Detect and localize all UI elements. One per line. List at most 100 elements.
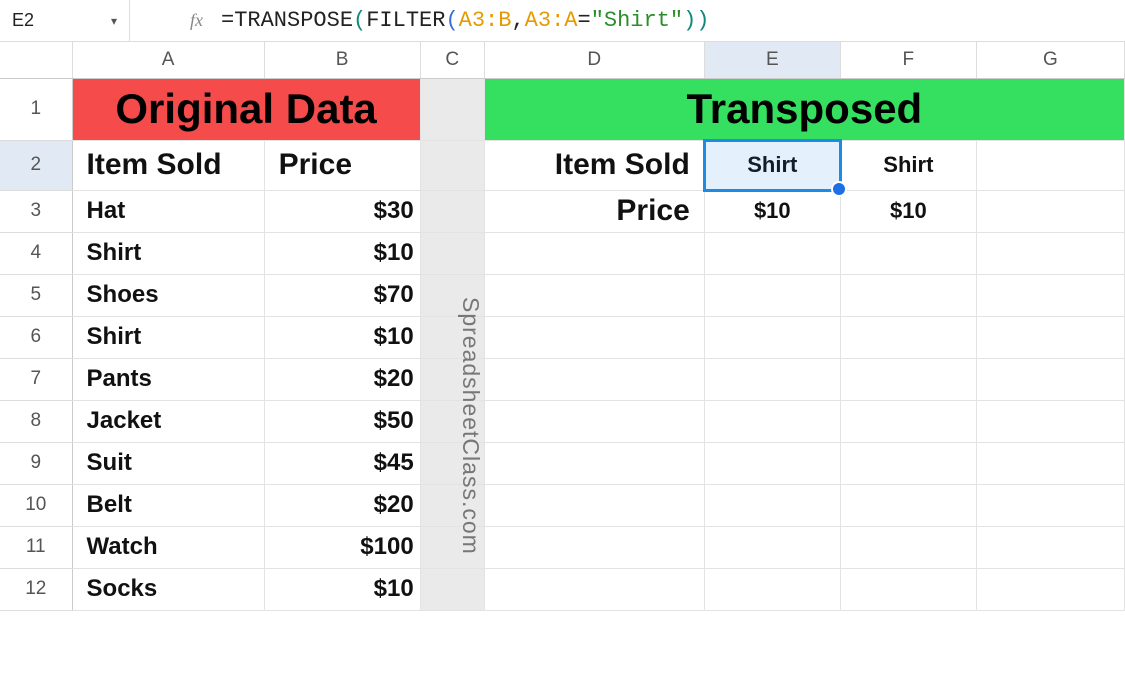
row-header-8[interactable]: 8 (0, 400, 72, 442)
row-header-10[interactable]: 10 (0, 484, 72, 526)
cell-a7[interactable]: Pants (72, 358, 264, 400)
cell-a3[interactable]: Hat (72, 190, 264, 232)
cell-e10[interactable] (704, 484, 840, 526)
select-all-corner[interactable] (0, 42, 72, 78)
name-box-dropdown-icon[interactable]: ▾ (111, 14, 117, 28)
cell-c12[interactable] (420, 568, 484, 610)
cell-c9[interactable] (420, 442, 484, 484)
cell-b3[interactable]: $30 (264, 190, 420, 232)
col-header-a[interactable]: A (72, 42, 264, 78)
spreadsheet-grid[interactable]: A B C D E F G 1 Original Data Transposed… (0, 42, 1125, 611)
original-data-header[interactable]: Original Data (72, 78, 420, 140)
cell-d11[interactable] (484, 526, 704, 568)
cell-e8[interactable] (704, 400, 840, 442)
cell-b8[interactable]: $50 (264, 400, 420, 442)
cell-f9[interactable] (840, 442, 976, 484)
cell-b2[interactable]: Price (264, 140, 420, 190)
cell-d6[interactable] (484, 316, 704, 358)
cell-a2[interactable]: Item Sold (72, 140, 264, 190)
cell-d7[interactable] (484, 358, 704, 400)
cell-b6[interactable]: $10 (264, 316, 420, 358)
row-header-9[interactable]: 9 (0, 442, 72, 484)
cell-f6[interactable] (840, 316, 976, 358)
row-header-12[interactable]: 12 (0, 568, 72, 610)
cell-f4[interactable] (840, 232, 976, 274)
col-header-e[interactable]: E (704, 42, 840, 78)
cell-a12[interactable]: Socks (72, 568, 264, 610)
row-header-5[interactable]: 5 (0, 274, 72, 316)
cell-a11[interactable]: Watch (72, 526, 264, 568)
row-header-7[interactable]: 7 (0, 358, 72, 400)
cell-c10[interactable] (420, 484, 484, 526)
cell-g5[interactable] (976, 274, 1124, 316)
fx-icon[interactable]: fx (130, 10, 221, 31)
cell-e4[interactable] (704, 232, 840, 274)
cell-d3[interactable]: Price (484, 190, 704, 232)
cell-e11[interactable] (704, 526, 840, 568)
cell-f12[interactable] (840, 568, 976, 610)
cell-c6[interactable] (420, 316, 484, 358)
cell-c8[interactable] (420, 400, 484, 442)
cell-b12[interactable]: $10 (264, 568, 420, 610)
col-header-g[interactable]: G (976, 42, 1124, 78)
cell-d12[interactable] (484, 568, 704, 610)
cell-e9[interactable] (704, 442, 840, 484)
col-header-b[interactable]: B (264, 42, 420, 78)
row-header-6[interactable]: 6 (0, 316, 72, 358)
cell-d5[interactable] (484, 274, 704, 316)
cell-g7[interactable] (976, 358, 1124, 400)
row-header-2[interactable]: 2 (0, 140, 72, 190)
cell-g9[interactable] (976, 442, 1124, 484)
cell-e3[interactable]: $10 (704, 190, 840, 232)
cell-f7[interactable] (840, 358, 976, 400)
col-header-d[interactable]: D (484, 42, 704, 78)
cell-g6[interactable] (976, 316, 1124, 358)
cell-b5[interactable]: $70 (264, 274, 420, 316)
cell-d8[interactable] (484, 400, 704, 442)
cell-b11[interactable]: $100 (264, 526, 420, 568)
cell-e6[interactable] (704, 316, 840, 358)
cell-b9[interactable]: $45 (264, 442, 420, 484)
cell-e5[interactable] (704, 274, 840, 316)
formula-input[interactable]: =TRANSPOSE(FILTER(A3:B,A3:A="Shirt")) (221, 8, 710, 33)
row-header-3[interactable]: 3 (0, 190, 72, 232)
cell-c4[interactable] (420, 232, 484, 274)
name-box[interactable]: E2 ▾ (0, 0, 130, 41)
row-header-1[interactable]: 1 (0, 78, 72, 140)
cell-g11[interactable] (976, 526, 1124, 568)
row-header-11[interactable]: 11 (0, 526, 72, 568)
col-header-c[interactable]: C (420, 42, 484, 78)
cell-b7[interactable]: $20 (264, 358, 420, 400)
cell-f5[interactable] (840, 274, 976, 316)
cell-c1[interactable] (420, 78, 484, 140)
cell-a6[interactable]: Shirt (72, 316, 264, 358)
cell-c5[interactable] (420, 274, 484, 316)
cell-c2[interactable] (420, 140, 484, 190)
cell-a5[interactable]: Shoes (72, 274, 264, 316)
cell-g10[interactable] (976, 484, 1124, 526)
cell-c11[interactable] (420, 526, 484, 568)
transposed-header[interactable]: Transposed (484, 78, 1124, 140)
cell-g12[interactable] (976, 568, 1124, 610)
cell-a8[interactable]: Jacket (72, 400, 264, 442)
cell-c7[interactable] (420, 358, 484, 400)
cell-c3[interactable] (420, 190, 484, 232)
cell-b4[interactable]: $10 (264, 232, 420, 274)
cell-a9[interactable]: Suit (72, 442, 264, 484)
cell-f2[interactable]: Shirt (840, 140, 976, 190)
cell-g3[interactable] (976, 190, 1124, 232)
cell-g8[interactable] (976, 400, 1124, 442)
cell-g4[interactable] (976, 232, 1124, 274)
cell-d2[interactable]: Item Sold (484, 140, 704, 190)
cell-e2[interactable]: Shirt (704, 140, 840, 190)
cell-e7[interactable] (704, 358, 840, 400)
cell-g2[interactable] (976, 140, 1124, 190)
cell-d9[interactable] (484, 442, 704, 484)
cell-f10[interactable] (840, 484, 976, 526)
cell-b10[interactable]: $20 (264, 484, 420, 526)
cell-d10[interactable] (484, 484, 704, 526)
col-header-f[interactable]: F (840, 42, 976, 78)
cell-f3[interactable]: $10 (840, 190, 976, 232)
cell-f8[interactable] (840, 400, 976, 442)
row-header-4[interactable]: 4 (0, 232, 72, 274)
